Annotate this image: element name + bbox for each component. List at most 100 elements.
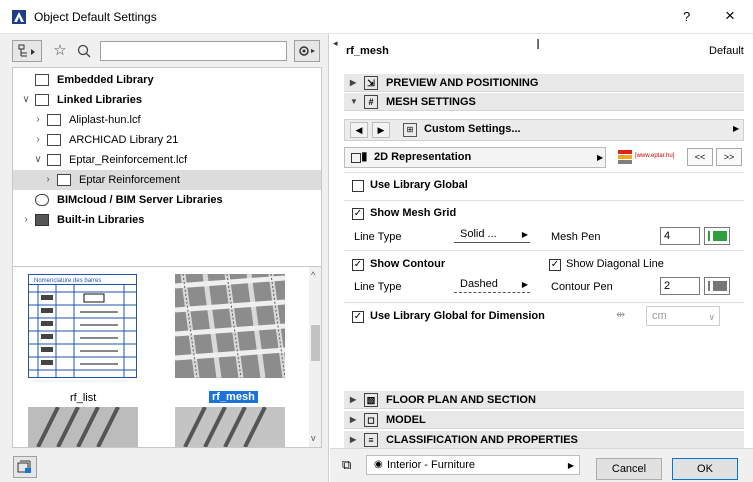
rf-list-preview: Nomenclature des barres	[28, 274, 137, 378]
chevron-down-icon: ▼	[350, 97, 358, 106]
library-icon	[35, 74, 49, 86]
mesh-pen-label: Mesh Pen	[551, 231, 601, 243]
unit-dropdown[interactable]: cm ∨	[646, 306, 720, 326]
logo-url: [www.eptar.hu]	[635, 153, 675, 159]
tree-item-eptar-reinforcement[interactable]: › Eptar Reinforcement	[13, 170, 321, 190]
thumbnail-label: rf_list	[70, 392, 97, 404]
section-model[interactable]: ▶ ◻ MODEL	[344, 411, 744, 429]
section-mesh-settings[interactable]: ▼ # MESH SETTINGS	[344, 93, 744, 111]
contour-pen-input[interactable]: 2	[660, 277, 700, 295]
line-type-label: Line Type	[354, 281, 402, 293]
favorites-star-icon[interactable]: ☆	[50, 40, 70, 62]
tree-item-eptar-reinforcement-lcf[interactable]: ∨ Eptar_Reinforcement.lcf	[13, 150, 321, 170]
library-tree: Embedded Library ∨ Linked Libraries › Al…	[12, 67, 322, 292]
close-button[interactable]: ×	[725, 6, 735, 26]
eye-icon: ◉	[374, 459, 383, 470]
next-settings-button[interactable]: ▶	[372, 122, 390, 138]
thumbnail-rf-list[interactable]: Nomenclature des barres rf_list	[28, 274, 138, 404]
page-next-button[interactable]: >>	[716, 148, 742, 166]
object-thumbnails: Nomenclature des barres rf_list rf_mesh …	[12, 266, 322, 448]
tree-item-bimcloud[interactable]: BIMcloud / BIM Server Libraries	[13, 190, 321, 210]
gear-icon	[299, 46, 315, 56]
search-icon[interactable]	[74, 40, 94, 62]
scrollbar-thumb[interactable]	[311, 325, 320, 361]
chevron-down-icon: ∨	[708, 312, 715, 322]
library-global-panel: Use Library Global	[344, 172, 744, 198]
show-contour-checkbox[interactable]: ✓	[352, 259, 364, 271]
dropdown-arrow-icon: ▶	[521, 230, 528, 239]
logo-bar	[618, 155, 632, 159]
rf-mesh-preview	[174, 273, 288, 379]
settings-panel: ◂ rf_mesh I Default ▶ ⇲ PREVIEW AND POSI…	[330, 34, 753, 482]
nomenclature-title: Nomenclature des barres	[34, 278, 101, 284]
chevron-right-icon[interactable]: ›	[21, 210, 31, 230]
preview-icon: ⇲	[364, 76, 378, 90]
use-library-global-dimension-label: Use Library Global for Dimension	[370, 310, 545, 322]
section-preview-and-positioning[interactable]: ▶ ⇲ PREVIEW AND POSITIONING	[344, 74, 744, 92]
logo-bar	[618, 160, 632, 164]
show-diagonal-line-checkbox[interactable]: ✓	[549, 259, 561, 271]
mesh-pen-swatch[interactable]	[704, 227, 730, 245]
tree-item-built-in-libraries[interactable]: › Built-in Libraries	[13, 210, 321, 230]
custom-settings-label[interactable]: Custom Settings...	[424, 123, 521, 135]
chevron-right-icon[interactable]: ›	[33, 130, 43, 150]
library-file-icon	[47, 114, 61, 126]
chevron-down-icon[interactable]: ∨	[21, 90, 31, 110]
tree-item-aliplast[interactable]: › Aliplast-hun.lcf	[13, 110, 321, 130]
model-cube-icon: ◻	[364, 413, 378, 427]
folder-icon	[35, 214, 49, 226]
thumbnail-next-1[interactable]	[28, 406, 138, 447]
archicad-app-icon	[12, 10, 26, 24]
thumbnails-scrollbar[interactable]: ^ v	[309, 267, 321, 447]
section-classification-and-properties[interactable]: ▶ ≡ CLASSIFICATION AND PROPERTIES	[344, 431, 744, 449]
folder-icon	[57, 174, 71, 186]
tree-item-archicad-library[interactable]: › ARCHICAD Library 21	[13, 130, 321, 150]
square-icon	[351, 153, 361, 163]
library-file-icon	[47, 154, 61, 166]
library-manager-icon	[17, 460, 31, 473]
thumbnail-rf-mesh[interactable]: rf_mesh	[174, 273, 288, 403]
contour-pen-swatch[interactable]	[704, 277, 730, 295]
library-toolbar: ☆	[0, 34, 329, 67]
dropdown-arrow-icon: ▶	[521, 280, 528, 289]
use-library-global-checkbox[interactable]	[352, 180, 364, 192]
custom-settings-bar: ◀ ▶ ⊞ Custom Settings... ▶	[344, 119, 744, 141]
window-title: Object Default Settings	[34, 10, 157, 24]
tree-item-embedded-library[interactable]: Embedded Library	[13, 70, 321, 90]
chevron-right-icon[interactable]: ›	[43, 170, 53, 190]
use-library-global-label: Use Library Global	[370, 179, 468, 191]
mesh-line-type-dropdown[interactable]: Solid ... ▶	[454, 225, 530, 243]
contour-line-type-dropdown[interactable]: Dashed ▶	[454, 275, 530, 293]
scroll-down-icon[interactable]: v	[311, 433, 316, 443]
library-manager-button[interactable]	[13, 456, 37, 478]
dropdown-arrow-icon[interactable]: ▶	[733, 124, 739, 133]
dimension-unit-icon: ⇹	[616, 309, 626, 321]
representation-dropdown[interactable]: ▮ 2D Representation ▶	[344, 147, 606, 168]
ok-button[interactable]: OK	[672, 458, 738, 480]
floor-plan-icon: ▧	[364, 393, 378, 407]
chevron-right-icon[interactable]: ›	[33, 110, 43, 130]
page-previous-button[interactable]: <<	[687, 148, 713, 166]
contour-pen-label: Contour Pen	[551, 281, 613, 293]
layer-dropdown[interactable]: ◉ Interior - Furniture ▶	[366, 455, 580, 475]
cancel-button[interactable]: Cancel	[596, 458, 662, 480]
show-mesh-grid-label: Show Mesh Grid	[370, 207, 457, 219]
search-input[interactable]	[100, 41, 287, 61]
thumbnail-next-2[interactable]	[175, 406, 285, 447]
chevron-down-icon[interactable]: ∨	[33, 150, 43, 170]
folder-view-button[interactable]	[12, 40, 42, 62]
section-floor-plan-and-section[interactable]: ▶ ▧ FLOOR PLAN AND SECTION	[344, 391, 744, 409]
scroll-up-icon[interactable]: ^	[311, 270, 315, 280]
collapse-panel-icon[interactable]: ◂	[333, 38, 338, 49]
previous-settings-button[interactable]: ◀	[350, 122, 368, 138]
eptar-logo: [www.eptar.hu]	[614, 147, 682, 168]
show-mesh-grid-checkbox[interactable]: ✓	[352, 208, 364, 220]
help-button[interactable]: ?	[683, 9, 690, 24]
tree-item-linked-libraries[interactable]: ∨ Linked Libraries	[13, 90, 321, 110]
settings-gear-button[interactable]	[294, 40, 320, 62]
mesh-pen-input[interactable]: 4	[660, 227, 700, 245]
hierarchy-icon	[18, 44, 35, 57]
use-library-global-dimension-checkbox[interactable]: ✓	[352, 311, 364, 323]
mesh-preview-partial	[28, 406, 138, 447]
pen-color	[713, 281, 727, 291]
